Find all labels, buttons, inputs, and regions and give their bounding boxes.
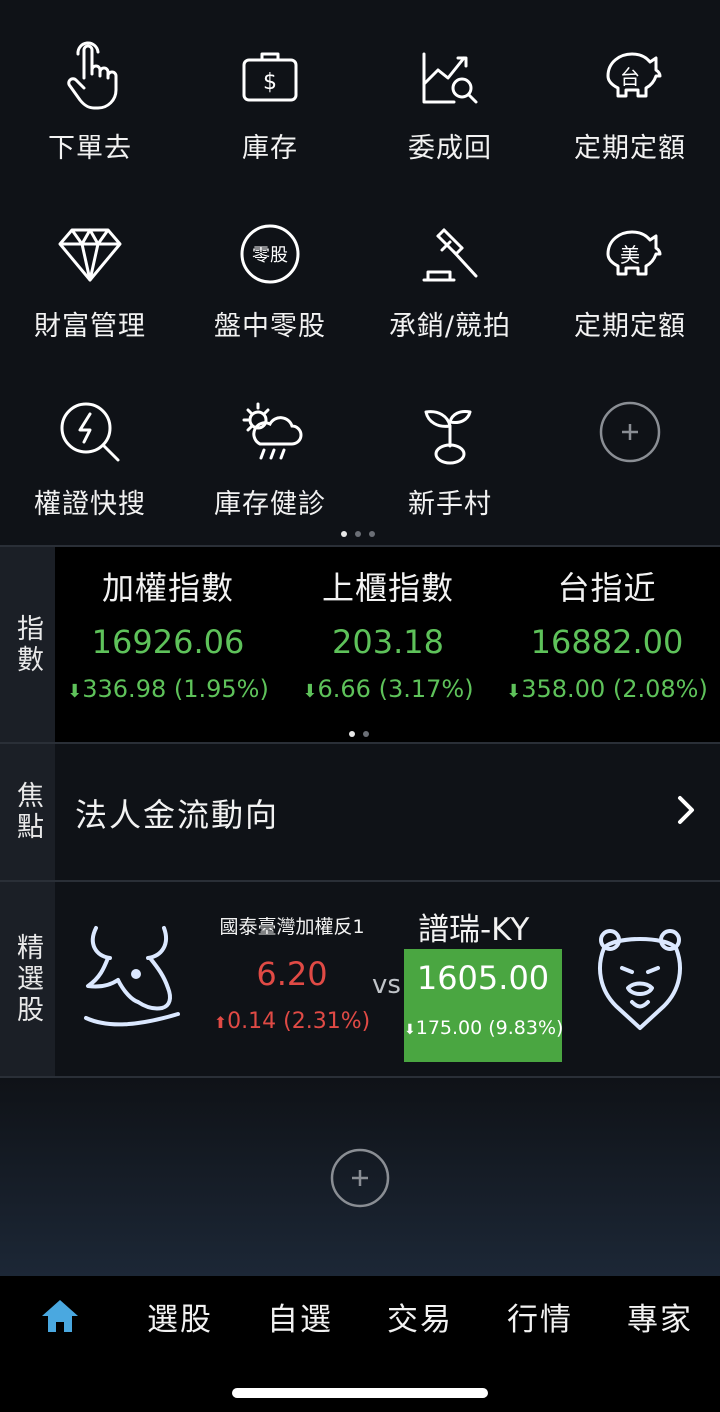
shortcut-order-status[interactable]: 委成回 — [360, 0, 540, 178]
home-icon — [42, 1300, 78, 1332]
picks-side-label: 精選股 — [0, 882, 55, 1076]
picks-panel[interactable]: 精選股 國泰臺灣加權反1 6.20 ⬆0.14 (2.31%) vs 譜瑞-KY… — [0, 880, 720, 1078]
shortcut-label: 盤中零股 — [214, 311, 326, 342]
page-dot — [363, 731, 369, 737]
page-indicator — [341, 531, 375, 537]
piggy-bank-icon: 台 — [594, 40, 666, 112]
pick-left-stock[interactable]: 國泰臺灣加權反1 6.20 ⬆0.14 (2.31%) — [212, 912, 372, 1034]
diamond-icon — [54, 218, 126, 290]
index-name: 台指近 — [557, 569, 657, 607]
pick-right-stock[interactable]: 1605.00 ⬇175.00 (9.83%) — [404, 949, 564, 1062]
pick-left-change: ⬆0.14 (2.31%) — [213, 1009, 371, 1034]
shortcut-label: 定期定額 — [574, 133, 686, 164]
pick-right-change: ⬇175.00 (9.83%) — [404, 1017, 564, 1039]
shortcut-label: 庫存健診 — [214, 489, 326, 520]
pick-right-name: 譜瑞-KY — [418, 912, 530, 948]
focus-panel[interactable]: 焦點 法人金流動向 — [0, 742, 720, 880]
shortcut-place-order[interactable]: 下單去 — [0, 0, 180, 178]
add-shortcut-button[interactable] — [540, 356, 720, 534]
bear-icon — [592, 924, 688, 1038]
page-dot — [369, 531, 375, 537]
page-dot — [349, 731, 355, 737]
svg-text:美: 美 — [620, 243, 640, 267]
add-widget-area — [0, 1078, 720, 1276]
shortcut-odd-lot[interactable]: 零股 盤中零股 — [180, 178, 360, 356]
shortcut-grid: 下單去 $ 庫存 委成回 台 定期定額 財富管理 零股 盤中零股 承銷/競拍 美… — [0, 0, 720, 545]
focus-side-label: 焦點 — [0, 744, 55, 880]
shortcut-wealth-management[interactable]: 財富管理 — [0, 178, 180, 356]
shortcut-label: 下單去 — [48, 133, 132, 164]
index-value: 16926.06 — [91, 623, 245, 661]
index-page-indicator — [349, 731, 369, 737]
add-widget-button[interactable] — [330, 1148, 390, 1212]
arrow-down-icon: ⬇ — [302, 681, 318, 702]
index-item-futures[interactable]: 台指近 16882.00 ⬇358.00 (2.08%) — [497, 547, 717, 727]
nav-expert[interactable]: 專家 — [600, 1294, 720, 1339]
pick-left-value: 6.20 — [256, 955, 328, 993]
arrow-up-icon: ⬆ — [213, 1013, 228, 1032]
sprout-icon — [414, 396, 486, 468]
focus-title: 法人金流動向 — [75, 796, 280, 834]
shortcut-inventory[interactable]: $ 庫存 — [180, 0, 360, 178]
index-value: 16882.00 — [530, 623, 684, 661]
piggy-bank-icon: 美 — [594, 218, 666, 290]
shortcut-label: 新手村 — [408, 489, 492, 520]
index-value: 203.18 — [332, 623, 444, 661]
svg-text:$: $ — [263, 70, 277, 95]
chevron-right-icon[interactable] — [676, 794, 696, 830]
shortcut-tw-regular-investment[interactable]: 台 定期定額 — [540, 0, 720, 178]
shortcut-underwriting[interactable]: 承銷/競拍 — [360, 178, 540, 356]
shortcut-label: 承銷/競拍 — [388, 311, 512, 342]
shortcut-inventory-checkup[interactable]: 庫存健診 — [180, 356, 360, 534]
vs-label: vs — [372, 970, 401, 1000]
arrow-down-icon: ⬇ — [67, 681, 83, 702]
bull-icon — [78, 922, 188, 1038]
odd-lot-icon: 零股 — [234, 218, 306, 290]
bottom-nav: 選股 自選 交易 行情 專家 — [0, 1276, 720, 1412]
index-change: ⬇358.00 (2.08%) — [506, 675, 708, 703]
nav-stock-picker[interactable]: 選股 — [120, 1294, 240, 1339]
pick-right-value: 1605.00 — [416, 959, 550, 997]
nav-market[interactable]: 行情 — [480, 1294, 600, 1339]
shortcut-us-regular-investment[interactable]: 美 定期定額 — [540, 178, 720, 356]
shortcut-label: 庫存 — [242, 133, 298, 164]
gavel-icon — [414, 218, 486, 290]
shortcut-label: 委成回 — [408, 133, 492, 164]
nav-watchlist[interactable]: 自選 — [240, 1294, 360, 1339]
index-side-label: 指數 — [0, 547, 55, 742]
arrow-down-icon: ⬇ — [506, 681, 522, 702]
plus-circle-icon — [594, 396, 666, 468]
page-dot — [355, 531, 361, 537]
lightning-search-icon — [54, 396, 126, 468]
shortcut-label: 權證快搜 — [34, 489, 146, 520]
index-name: 上櫃指數 — [321, 569, 454, 607]
shortcut-newbie-village[interactable]: 新手村 — [360, 356, 540, 534]
index-change: ⬇6.66 (3.17%) — [302, 675, 474, 703]
index-name: 加權指數 — [101, 569, 234, 607]
nav-trade[interactable]: 交易 — [360, 1294, 480, 1339]
index-item-otc[interactable]: 上櫃指數 203.18 ⬇6.66 (3.17%) — [278, 547, 498, 727]
shortcut-warrant-search[interactable]: 權證快搜 — [0, 356, 180, 534]
svg-text:零股: 零股 — [252, 245, 288, 266]
pick-left-name: 國泰臺灣加權反1 — [219, 916, 365, 938]
svg-text:台: 台 — [620, 65, 640, 89]
nav-home[interactable] — [0, 1294, 120, 1342]
money-bag-icon: $ — [234, 40, 306, 112]
shortcut-label: 財富管理 — [34, 311, 146, 342]
page-dot — [341, 531, 347, 537]
shortcut-label: 定期定額 — [574, 311, 686, 342]
index-change: ⬇336.98 (1.95%) — [67, 675, 269, 703]
index-item-taiex[interactable]: 加權指數 16926.06 ⬇336.98 (1.95%) — [58, 547, 278, 727]
weather-icon — [234, 396, 306, 468]
chart-search-icon — [414, 40, 486, 112]
index-panel[interactable]: 指數 加權指數 16926.06 ⬇336.98 (1.95%) 上櫃指數 20… — [0, 545, 720, 742]
hand-pointer-icon — [54, 40, 126, 112]
home-indicator — [232, 1388, 488, 1398]
arrow-down-icon: ⬇ — [404, 1022, 416, 1038]
